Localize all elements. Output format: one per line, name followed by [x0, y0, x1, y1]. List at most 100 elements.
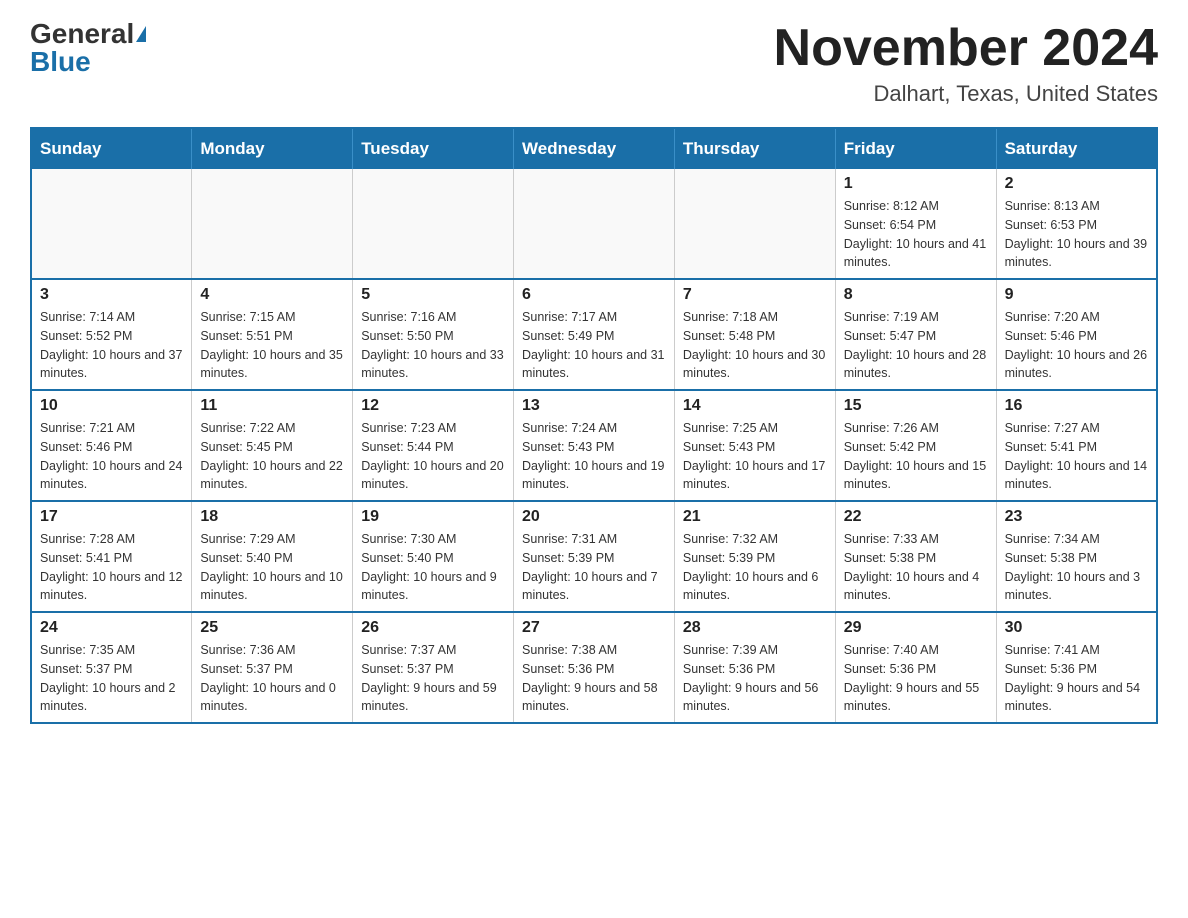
- day-info: Sunrise: 7:24 AMSunset: 5:43 PMDaylight:…: [522, 419, 666, 494]
- location-text: Dalhart, Texas, United States: [774, 81, 1158, 107]
- column-header-tuesday: Tuesday: [353, 128, 514, 169]
- day-number: 15: [844, 397, 988, 415]
- calendar-cell: [514, 169, 675, 279]
- day-info: Sunrise: 7:30 AMSunset: 5:40 PMDaylight:…: [361, 530, 505, 605]
- calendar-table: SundayMondayTuesdayWednesdayThursdayFrid…: [30, 127, 1158, 724]
- day-number: 19: [361, 508, 505, 526]
- week-row-4: 17 Sunrise: 7:28 AMSunset: 5:41 PMDayligh…: [31, 501, 1157, 612]
- day-info: Sunrise: 7:37 AMSunset: 5:37 PMDaylight:…: [361, 641, 505, 716]
- column-header-sunday: Sunday: [31, 128, 192, 169]
- logo: General Blue: [30, 20, 146, 76]
- calendar-header-row: SundayMondayTuesdayWednesdayThursdayFrid…: [31, 128, 1157, 169]
- calendar-cell: 19 Sunrise: 7:30 AMSunset: 5:40 PMDayligh…: [353, 501, 514, 612]
- column-header-friday: Friday: [835, 128, 996, 169]
- day-info: Sunrise: 7:35 AMSunset: 5:37 PMDaylight:…: [40, 641, 183, 716]
- title-section: November 2024 Dalhart, Texas, United Sta…: [774, 20, 1158, 107]
- calendar-cell: 15 Sunrise: 7:26 AMSunset: 5:42 PMDayligh…: [835, 390, 996, 501]
- day-number: 12: [361, 397, 505, 415]
- day-info: Sunrise: 7:28 AMSunset: 5:41 PMDaylight:…: [40, 530, 183, 605]
- calendar-cell: 30Sunrise: 7:41 AMSunset: 5:36 PMDayligh…: [996, 612, 1157, 723]
- column-header-thursday: Thursday: [674, 128, 835, 169]
- calendar-cell: [674, 169, 835, 279]
- day-number: 22: [844, 508, 988, 526]
- day-number: 13: [522, 397, 666, 415]
- day-info: Sunrise: 7:27 AMSunset: 5:41 PMDaylight:…: [1005, 419, 1148, 494]
- calendar-cell: 18Sunrise: 7:29 AMSunset: 5:40 PMDayligh…: [192, 501, 353, 612]
- calendar-cell: 17 Sunrise: 7:28 AMSunset: 5:41 PMDayligh…: [31, 501, 192, 612]
- calendar-cell: 2Sunrise: 8:13 AMSunset: 6:53 PMDaylight…: [996, 169, 1157, 279]
- calendar-cell: 27Sunrise: 7:38 AMSunset: 5:36 PMDayligh…: [514, 612, 675, 723]
- day-info: Sunrise: 7:38 AMSunset: 5:36 PMDaylight:…: [522, 641, 666, 716]
- logo-triangle-icon: [136, 26, 146, 42]
- calendar-cell: 9 Sunrise: 7:20 AMSunset: 5:46 PMDaylight…: [996, 279, 1157, 390]
- day-info: Sunrise: 7:41 AMSunset: 5:36 PMDaylight:…: [1005, 641, 1148, 716]
- page-header: General Blue November 2024 Dalhart, Texa…: [30, 20, 1158, 107]
- day-info: Sunrise: 7:20 AMSunset: 5:46 PMDaylight:…: [1005, 308, 1148, 383]
- calendar-cell: [353, 169, 514, 279]
- column-header-monday: Monday: [192, 128, 353, 169]
- day-number: 9: [1005, 286, 1148, 304]
- day-info: Sunrise: 7:33 AMSunset: 5:38 PMDaylight:…: [844, 530, 988, 605]
- calendar-cell: 13 Sunrise: 7:24 AMSunset: 5:43 PMDayligh…: [514, 390, 675, 501]
- day-number: 17: [40, 508, 183, 526]
- month-title: November 2024: [774, 20, 1158, 77]
- day-info: Sunrise: 7:18 AMSunset: 5:48 PMDaylight:…: [683, 308, 827, 383]
- calendar-cell: 5 Sunrise: 7:16 AMSunset: 5:50 PMDaylight…: [353, 279, 514, 390]
- day-number: 20: [522, 508, 666, 526]
- day-number: 7: [683, 286, 827, 304]
- logo-blue-text: Blue: [30, 48, 91, 76]
- calendar-cell: 16 Sunrise: 7:27 AMSunset: 5:41 PMDayligh…: [996, 390, 1157, 501]
- day-number: 16: [1005, 397, 1148, 415]
- day-info: Sunrise: 7:17 AMSunset: 5:49 PMDaylight:…: [522, 308, 666, 383]
- calendar-cell: 12 Sunrise: 7:23 AMSunset: 5:44 PMDayligh…: [353, 390, 514, 501]
- day-number: 2: [1005, 175, 1148, 193]
- day-info: Sunrise: 7:36 AMSunset: 5:37 PMDaylight:…: [200, 641, 344, 716]
- day-number: 4: [200, 286, 344, 304]
- calendar-cell: 7 Sunrise: 7:18 AMSunset: 5:48 PMDaylight…: [674, 279, 835, 390]
- column-header-wednesday: Wednesday: [514, 128, 675, 169]
- day-info: Sunrise: 7:31 AMSunset: 5:39 PMDaylight:…: [522, 530, 666, 605]
- day-number: 26: [361, 619, 505, 637]
- day-info: Sunrise: 7:22 AMSunset: 5:45 PMDaylight:…: [200, 419, 344, 494]
- day-number: 23: [1005, 508, 1148, 526]
- day-number: 11: [200, 397, 344, 415]
- calendar-cell: 22 Sunrise: 7:33 AMSunset: 5:38 PMDayligh…: [835, 501, 996, 612]
- day-info: Sunrise: 7:26 AMSunset: 5:42 PMDaylight:…: [844, 419, 988, 494]
- calendar-cell: 26 Sunrise: 7:37 AMSunset: 5:37 PMDayligh…: [353, 612, 514, 723]
- week-row-1: 1 Sunrise: 8:12 AMSunset: 6:54 PMDaylight…: [31, 169, 1157, 279]
- day-info: Sunrise: 7:15 AMSunset: 5:51 PMDaylight:…: [200, 308, 344, 383]
- day-info: Sunrise: 7:16 AMSunset: 5:50 PMDaylight:…: [361, 308, 505, 383]
- day-info: Sunrise: 7:21 AMSunset: 5:46 PMDaylight:…: [40, 419, 183, 494]
- day-info: Sunrise: 7:23 AMSunset: 5:44 PMDaylight:…: [361, 419, 505, 494]
- day-info: Sunrise: 7:40 AMSunset: 5:36 PMDaylight:…: [844, 641, 988, 716]
- day-number: 1: [844, 175, 988, 193]
- day-number: 25: [200, 619, 344, 637]
- day-number: 3: [40, 286, 183, 304]
- day-number: 6: [522, 286, 666, 304]
- day-number: 14: [683, 397, 827, 415]
- day-number: 28: [683, 619, 827, 637]
- calendar-cell: 11 Sunrise: 7:22 AMSunset: 5:45 PMDayligh…: [192, 390, 353, 501]
- calendar-cell: [192, 169, 353, 279]
- day-info: Sunrise: 7:14 AMSunset: 5:52 PMDaylight:…: [40, 308, 183, 383]
- calendar-cell: 14Sunrise: 7:25 AMSunset: 5:43 PMDayligh…: [674, 390, 835, 501]
- calendar-cell: 10Sunrise: 7:21 AMSunset: 5:46 PMDayligh…: [31, 390, 192, 501]
- calendar-cell: 28 Sunrise: 7:39 AMSunset: 5:36 PMDayligh…: [674, 612, 835, 723]
- column-header-saturday: Saturday: [996, 128, 1157, 169]
- day-info: Sunrise: 8:12 AMSunset: 6:54 PMDaylight:…: [844, 197, 988, 272]
- calendar-cell: 21Sunrise: 7:32 AMSunset: 5:39 PMDayligh…: [674, 501, 835, 612]
- day-info: Sunrise: 7:39 AMSunset: 5:36 PMDaylight:…: [683, 641, 827, 716]
- week-row-2: 3 Sunrise: 7:14 AMSunset: 5:52 PMDaylight…: [31, 279, 1157, 390]
- calendar-cell: 6 Sunrise: 7:17 AMSunset: 5:49 PMDaylight…: [514, 279, 675, 390]
- calendar-cell: 20 Sunrise: 7:31 AMSunset: 5:39 PMDayligh…: [514, 501, 675, 612]
- day-info: Sunrise: 7:34 AMSunset: 5:38 PMDaylight:…: [1005, 530, 1148, 605]
- calendar-cell: 4 Sunrise: 7:15 AMSunset: 5:51 PMDaylight…: [192, 279, 353, 390]
- day-number: 5: [361, 286, 505, 304]
- day-number: 8: [844, 286, 988, 304]
- calendar-cell: 3 Sunrise: 7:14 AMSunset: 5:52 PMDaylight…: [31, 279, 192, 390]
- week-row-3: 10Sunrise: 7:21 AMSunset: 5:46 PMDayligh…: [31, 390, 1157, 501]
- day-info: Sunrise: 7:19 AMSunset: 5:47 PMDaylight:…: [844, 308, 988, 383]
- day-info: Sunrise: 7:29 AMSunset: 5:40 PMDaylight:…: [200, 530, 344, 605]
- calendar-cell: [31, 169, 192, 279]
- week-row-5: 24Sunrise: 7:35 AMSunset: 5:37 PMDayligh…: [31, 612, 1157, 723]
